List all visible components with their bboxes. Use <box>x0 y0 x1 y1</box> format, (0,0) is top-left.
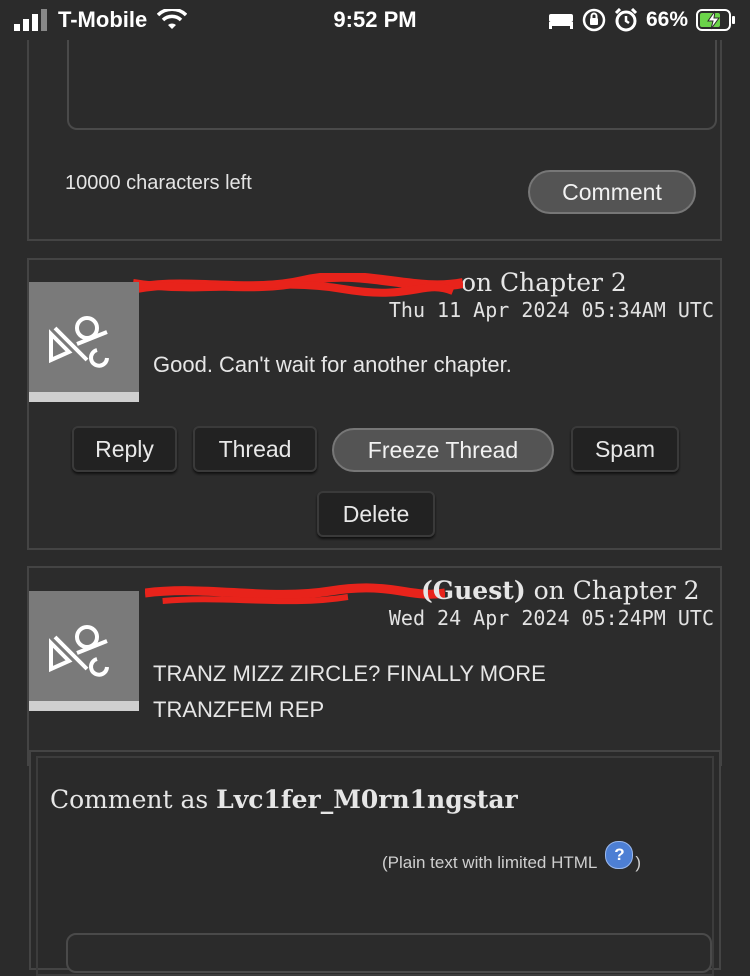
username: Lvc1fer_M0rn1ngstar <box>216 785 518 814</box>
comment-author: (Guest) on Chapter 2 <box>145 576 700 607</box>
redaction-scribble <box>145 582 445 604</box>
reply-button[interactable]: Reply <box>72 426 177 472</box>
chapter-link[interactable]: on Chapter 2 <box>461 268 627 297</box>
author-name-redacted <box>145 579 445 607</box>
chapter-link[interactable]: on Chapter 2 <box>534 576 700 605</box>
delete-button[interactable]: Delete <box>317 491 435 537</box>
comment-card: on Chapter 2 Thu 11 Apr 2024 05:34AM UTC… <box>27 258 722 550</box>
comment-as-label: Comment as Lvc1fer_M0rn1ngstar <box>50 785 518 814</box>
comment-author: on Chapter 2 <box>123 268 627 299</box>
author-guest-tag: (Guest) <box>420 576 526 605</box>
comment-body-line2: TRANZFEM REP <box>153 697 325 722</box>
plain-text-note-text: (Plain text with limited HTML <box>382 853 598 872</box>
freeze-thread-button[interactable]: Freeze Thread <box>332 428 554 472</box>
comment-as-prefix: Comment as <box>50 785 209 814</box>
top-comment-form: 10000 characters left Comment <box>27 40 722 241</box>
characters-left: 10000 characters left <box>65 172 252 194</box>
comment-card: (Guest) on Chapter 2 Wed 24 Apr 2024 05:… <box>27 566 722 766</box>
default-avatar-icon <box>49 625 109 677</box>
status-bar: T-Mobile 9:52 PM 66% <box>0 0 750 42</box>
comment-date: Wed 24 Apr 2024 05:24PM UTC <box>388 606 714 630</box>
default-avatar-icon <box>49 316 109 368</box>
plain-text-note-close: ) <box>635 853 642 872</box>
help-icon[interactable]: ? <box>605 841 634 869</box>
battery-charging-icon <box>696 9 735 31</box>
bed-icon <box>548 14 573 29</box>
redaction-scribble <box>123 272 463 297</box>
comment-body: Good. Can't wait for another chapter. <box>153 352 512 377</box>
alarm-icon <box>614 8 638 32</box>
avatar <box>29 591 139 711</box>
author-name-redacted <box>123 271 463 299</box>
avatar <box>29 282 139 402</box>
battery-percent: 66% <box>645 8 688 31</box>
comment-body-line1: TRANZ MIZZ ZIRCLE? FINALLY MORE <box>153 661 546 686</box>
reply-textarea[interactable] <box>66 933 712 973</box>
orientation-lock-icon <box>582 8 606 32</box>
comment-textarea[interactable] <box>67 40 717 130</box>
comment-date: Thu 11 Apr 2024 05:34AM UTC <box>388 298 714 322</box>
thread-button[interactable]: Thread <box>193 426 317 472</box>
plain-text-note: (Plain text with limited HTML ? ) <box>382 841 642 877</box>
comment-button[interactable]: Comment <box>528 170 696 214</box>
spam-button[interactable]: Spam <box>571 426 679 472</box>
